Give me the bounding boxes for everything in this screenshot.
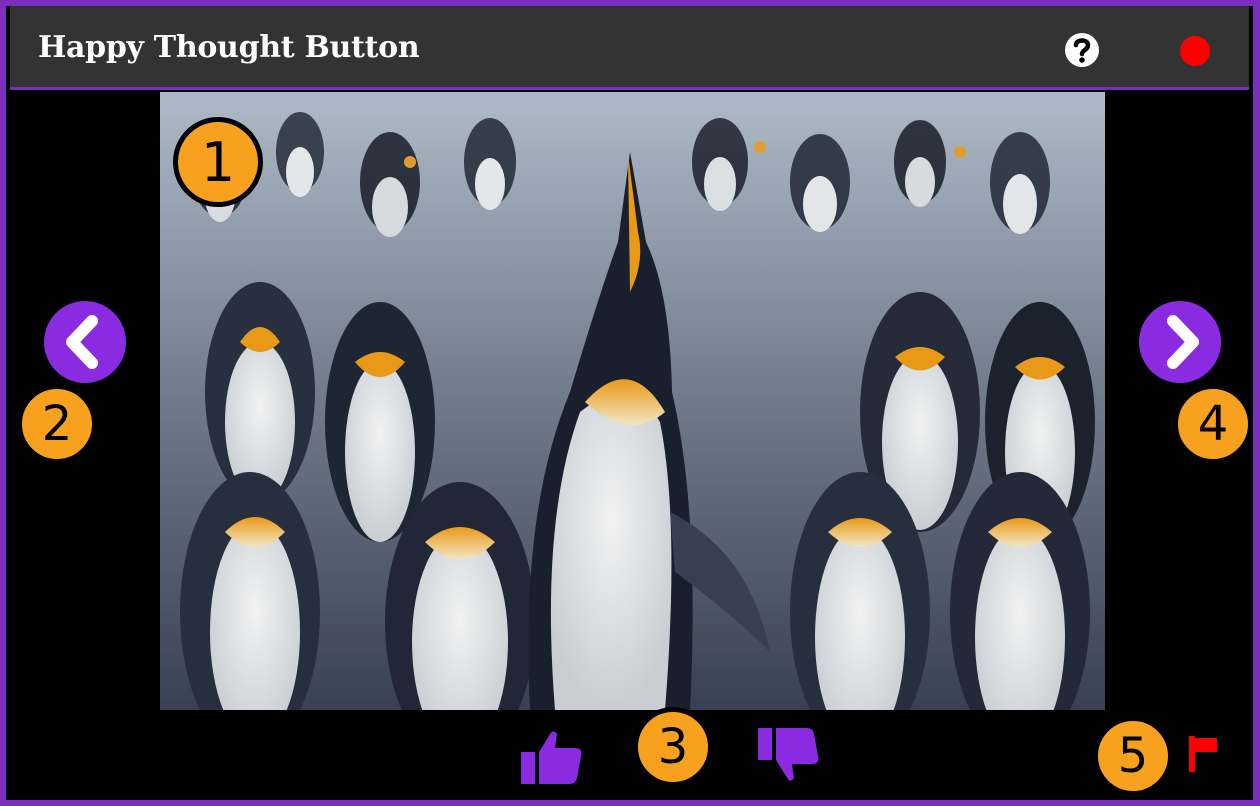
callout-badge-3: 3 [633, 707, 713, 787]
callout-badge-2: 2 [17, 384, 97, 464]
thumbs-up-icon[interactable] [521, 728, 583, 784]
app-title: Happy Thought Button [38, 30, 420, 65]
thumbs-down-icon[interactable] [758, 728, 820, 784]
next-image-button[interactable] [1139, 301, 1221, 383]
record-dot-icon[interactable] [1180, 36, 1210, 66]
penguin-photo [160, 92, 1105, 710]
chevron-left-icon [66, 315, 98, 369]
app-header: Happy Thought Button [10, 6, 1249, 90]
app-frame: Happy Thought Button 1 2 3 4 5 [6, 6, 1253, 800]
flag-icon[interactable] [1187, 736, 1219, 772]
question-circle-icon[interactable] [1064, 32, 1100, 68]
callout-badge-4: 4 [1173, 384, 1253, 464]
callout-badge-1: 1 [173, 117, 263, 207]
prev-image-button[interactable] [44, 301, 126, 383]
chevron-right-icon [1167, 315, 1199, 369]
callout-badge-5: 5 [1093, 716, 1173, 796]
